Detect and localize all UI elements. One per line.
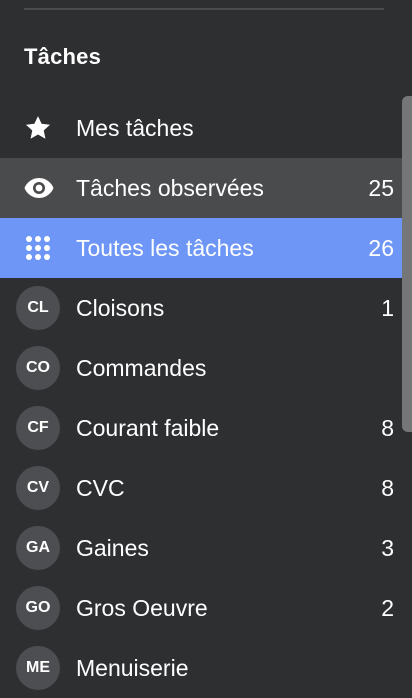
sidebar-item-gaines[interactable]: GA Gaines 3 (0, 518, 412, 578)
sidebar-item-label: Menuiserie (76, 654, 189, 681)
sidebar-item-gros-oeuvre[interactable]: GO Gros Oeuvre 2 (0, 578, 412, 638)
sidebar-item-label: Gros Oeuvre (76, 594, 208, 621)
avatar: CF (16, 406, 60, 450)
avatar: GA (16, 526, 60, 570)
avatar: ME (16, 646, 60, 690)
task-list: Mes tâches Tâches observées 25 Toutes le… (0, 98, 412, 698)
sidebar-item-label: Gaines (76, 534, 149, 561)
sidebar-item-cloisons[interactable]: CL Cloisons 1 (0, 278, 412, 338)
avatar: CL (16, 286, 60, 330)
avatar: GO (16, 586, 60, 630)
sidebar-item-label: Toutes les tâches (76, 234, 254, 261)
sidebar-item-label: Cloisons (76, 294, 165, 321)
item-count: 26 (368, 235, 394, 261)
sidebar-item-all-tasks[interactable]: Toutes les tâches 26 (0, 218, 412, 278)
divider (24, 8, 384, 10)
section-title: Tâches (24, 44, 102, 69)
sidebar-item-commandes[interactable]: CO Commandes (0, 338, 412, 398)
grid-dots-icon (0, 234, 76, 262)
item-count: 25 (368, 175, 394, 201)
sidebar-item-label: Courant faible (76, 414, 220, 441)
eye-icon (0, 177, 76, 199)
scrollbar-thumb[interactable] (402, 96, 412, 432)
sidebar-item-my-tasks[interactable]: Mes tâches (0, 98, 412, 158)
avatar: CV (16, 466, 60, 510)
item-count: 8 (381, 475, 394, 501)
item-count: 8 (381, 415, 394, 441)
item-count: 1 (381, 295, 394, 321)
sidebar-item-courant-faible[interactable]: CF Courant faible 8 (0, 398, 412, 458)
item-count: 2 (381, 595, 394, 621)
sidebar-item-menuiserie[interactable]: ME Menuiserie (0, 638, 412, 698)
sidebar-item-label: Mes tâches (76, 114, 194, 141)
star-icon (0, 114, 76, 142)
task-sidebar: Tâches Mes tâches Tâches observées 25 To… (0, 0, 412, 698)
sidebar-item-label: Tâches observées (76, 174, 264, 201)
sidebar-item-observed-tasks[interactable]: Tâches observées 25 (0, 158, 412, 218)
sidebar-item-label: CVC (76, 474, 125, 501)
item-count: 3 (381, 535, 394, 561)
sidebar-item-cvc[interactable]: CV CVC 8 (0, 458, 412, 518)
avatar: CO (16, 346, 60, 390)
sidebar-item-label: Commandes (76, 354, 207, 381)
